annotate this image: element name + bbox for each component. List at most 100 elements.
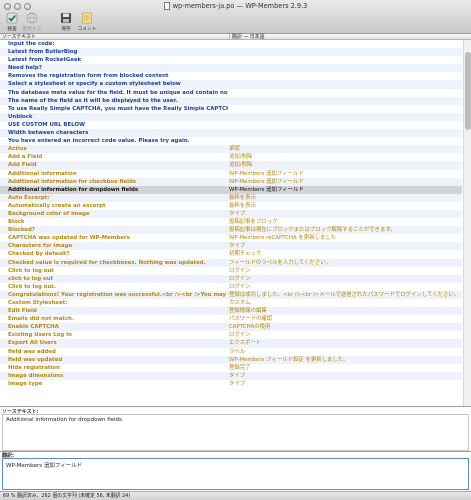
table-row[interactable]: Additional information WP-Members 追加フィールド <box>0 170 462 178</box>
table-row[interactable]: You have entered an incorrect code value… <box>0 137 462 145</box>
table-row[interactable]: Click to log out. ログイン <box>0 283 462 291</box>
translations-table[interactable]: Input the code: Latest from ButlerBlog Lat… <box>0 40 462 406</box>
table-row[interactable]: click to log out ログイン <box>0 274 462 283</box>
table-row[interactable]: To use Really Simple CAPTCHA, you must h… <box>0 105 462 113</box>
table-row[interactable]: Edit Field 登録情報の編集 <box>0 307 462 316</box>
comment-label: コメント <box>77 27 97 32</box>
translation-cell: パスワードの確認 <box>229 316 273 323</box>
table-row[interactable]: Active 承認 <box>0 145 462 154</box>
status-bar: 69 % 翻訳済み、262 個の文字列 (未確定 56, 未翻訳 24) <box>0 491 471 500</box>
translation-cell: WP-Members reCAPTCHA を更新しました <box>229 235 337 242</box>
source-cell: Hide registration <box>8 364 60 371</box>
table-row[interactable]: The name of the field as it will be disp… <box>0 96 462 105</box>
source-cell: Block <box>8 219 25 226</box>
translation-cell: ログイン <box>229 283 251 290</box>
table-scrollbar[interactable] <box>463 40 471 406</box>
table-row[interactable]: Emails did not match. パスワードの確認 <box>0 315 462 323</box>
source-cell: The name of the field as it will be disp… <box>8 97 178 104</box>
source-cell: To use Really Simple CAPTCHA, you must h… <box>8 105 228 112</box>
table-row[interactable]: Checked value is required for checkboxes… <box>0 258 462 267</box>
source-cell: field was added <box>8 348 56 355</box>
translation-cell: 初期チェック <box>229 251 262 258</box>
translation-cell: タイプ <box>229 380 246 387</box>
source-cell: Image dimensions <box>8 372 64 379</box>
source-cell: click to log out <box>8 275 54 282</box>
source-cell: Unblock <box>8 113 33 120</box>
translation-cell: 投稿記事は現在にブロックまたはブロック解除することができます。 <box>229 227 396 234</box>
table-row[interactable]: Congratulations! Your registration was s… <box>0 290 462 299</box>
table-row[interactable]: Image dimensions タイプ <box>0 371 462 380</box>
source-cell: Click to log out. <box>8 283 56 290</box>
table-row[interactable]: Blocked? 投稿記事は現在にブロックまたはブロック解除することができます。 <box>0 226 462 235</box>
source-cell: Custom Stylesheet: <box>8 300 68 306</box>
source-cell: Click to log out <box>8 267 54 274</box>
table-row[interactable]: Custom Stylesheet: カスタム <box>0 299 462 307</box>
document-icon <box>163 2 170 10</box>
translation-cell: 承認 <box>229 146 240 153</box>
source-cell: Additional information for dropdown fiel… <box>8 186 139 193</box>
window-toolbar: wp-members-ja.po — WP-Members 2.9.3 検査 更… <box>0 0 471 34</box>
table-row[interactable]: Auto Excerpt: 抜粋を表示 <box>0 193 462 202</box>
table-row[interactable]: field was updated WP-Members フィールド設定 を更新し… <box>0 355 462 364</box>
source-cell: Add a Field <box>8 154 43 161</box>
table-row[interactable]: Removes the registration form from block… <box>0 72 462 80</box>
table-row[interactable]: Existing Users Log In ログイン <box>0 331 462 339</box>
table-row[interactable]: CAPTCHA was updated for WP-Members WP-Mem… <box>0 234 462 242</box>
source-cell: Select a stylesheet or specify a custom … <box>8 81 181 88</box>
update-label: 更新する <box>22 27 42 32</box>
source-cell: field was updated <box>8 356 63 363</box>
validate-label: 検査 <box>7 27 17 32</box>
translation-cell: 登録は成功しました。<br /><br />メールで送信されたパスワードでログイ… <box>229 291 460 298</box>
translation-cell: 追加/削除 <box>229 162 253 169</box>
table-row[interactable]: Automatically create an excerpt 抜粋を表示 <box>0 202 462 210</box>
table-row[interactable]: Enable CAPTCHA CAPTCHAの使用 <box>0 323 462 332</box>
source-cell: Width between characters <box>8 130 89 137</box>
table-row[interactable]: Hide registration 登録完了 <box>0 364 462 372</box>
table-row[interactable]: Additional information for dropdown fiel… <box>0 185 462 194</box>
source-cell: Input the code: <box>8 41 55 47</box>
translation-text-field[interactable]: WP-Members 追加フィールド <box>2 458 469 490</box>
source-cell: Image type <box>8 380 43 387</box>
table-row[interactable]: Width between characters <box>0 129 462 138</box>
translation-cell: 抜粋を表示 <box>229 194 256 201</box>
split-divider[interactable] <box>0 406 471 407</box>
table-row[interactable]: Unblock <box>0 112 462 121</box>
table-row[interactable]: Characters for image タイプ <box>0 242 462 251</box>
scrollbar-thumb[interactable] <box>465 52 471 130</box>
table-row[interactable]: Input the code: <box>0 40 462 48</box>
source-cell: Edit Field <box>8 308 37 315</box>
table-row[interactable]: Add a Field 追加/削除 <box>0 153 462 161</box>
title-area: wp-members-ja.po — WP-Members 2.9.3 <box>0 1 471 11</box>
table-row[interactable]: Add Field 追加/削除 <box>0 161 462 170</box>
translation-cell: フィールドのラベルを入力してください。 <box>229 259 331 266</box>
table-row[interactable]: Block 投稿記事をブロック <box>0 218 462 226</box>
table-row[interactable]: field was added ラベル <box>0 348 462 356</box>
update-button[interactable]: 更新する <box>18 11 46 33</box>
table-row[interactable]: USE CUSTOM URL BELOW <box>0 121 462 129</box>
table-row[interactable]: Export All Users エクスポート <box>0 339 462 348</box>
table-row[interactable]: Latest from ButlerBlog <box>0 48 462 57</box>
source-cell: USE CUSTOM URL BELOW <box>8 121 85 128</box>
table-row[interactable]: Need help? <box>0 64 462 73</box>
table-row[interactable]: Checked by default? 初期チェック <box>0 250 462 258</box>
translation-cell: 抜粋を表示 <box>229 202 256 209</box>
translation-cell: 投稿記事をブロック <box>229 219 278 226</box>
source-cell: Active <box>8 146 27 153</box>
table-row[interactable]: Background color of image タイプ <box>0 209 462 219</box>
translation-cell: ラベル <box>229 348 246 355</box>
translation-cell: エクスポート <box>229 340 262 347</box>
save-floppy-icon <box>59 11 73 24</box>
split-divider-2[interactable] <box>0 451 471 452</box>
source-cell: Existing Users Log In <box>8 332 72 339</box>
source-cell: The database meta value for the field. I… <box>8 89 228 96</box>
source-cell: Additional information for checkbox fiel… <box>8 178 137 185</box>
translation-cell: 登録情報の編集 <box>229 308 267 315</box>
table-row[interactable]: Additional information for checkbox fiel… <box>0 177 462 186</box>
table-row[interactable]: The database meta value for the field. I… <box>0 89 462 97</box>
update-globe-icon <box>25 11 39 24</box>
table-row[interactable]: Select a stylesheet or specify a custom … <box>0 80 462 89</box>
table-row[interactable]: Image type タイプ <box>0 380 462 388</box>
table-row[interactable]: Click to log out ログイン <box>0 267 462 275</box>
table-row[interactable]: Latest from RocketGeek <box>0 56 462 64</box>
comment-button[interactable]: コメント <box>73 11 101 33</box>
